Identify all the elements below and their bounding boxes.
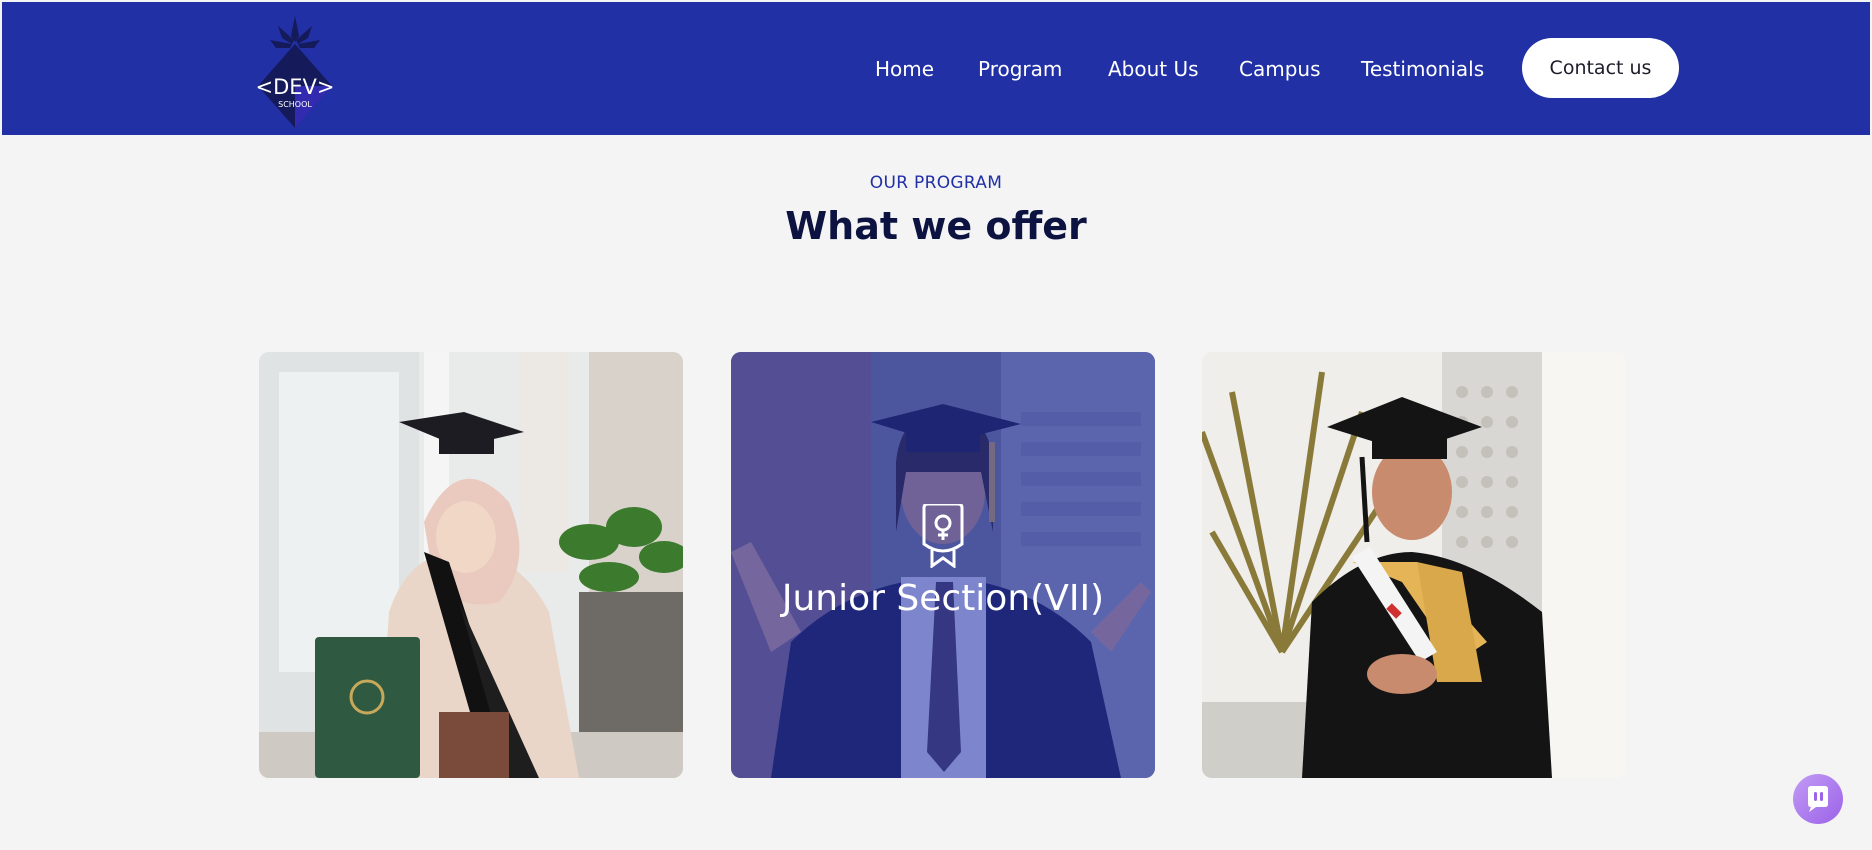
graduate-woman-photo	[259, 352, 683, 778]
program-card-1[interactable]	[259, 352, 683, 778]
dev-school-logo[interactable]: <DEV> SCHOOL	[252, 16, 338, 132]
logo-subtext: SCHOOL	[278, 100, 312, 109]
chat-widget-button[interactable]	[1793, 774, 1843, 824]
logo-text: <DEV>	[256, 75, 335, 99]
chat-bubble-icon	[1808, 786, 1828, 812]
card-title: Junior Section(VII)	[781, 578, 1105, 619]
section-title: What we offer	[785, 204, 1087, 248]
program-card-2[interactable]: Junior Section(VII)	[731, 352, 1155, 778]
nav-about-us[interactable]: About Us	[1108, 54, 1199, 84]
program-card-3[interactable]	[1202, 352, 1626, 778]
nav-testimonials[interactable]: Testimonials	[1361, 54, 1484, 84]
certificate-ribbon-icon	[922, 504, 964, 568]
section-eyebrow: OUR PROGRAM	[869, 173, 1003, 193]
nav-program[interactable]: Program	[978, 54, 1062, 84]
contact-us-button[interactable]: Contact us	[1522, 38, 1679, 98]
site-header: <DEV> SCHOOL Home Program About Us Campu…	[2, 2, 1870, 135]
nav-campus[interactable]: Campus	[1239, 54, 1321, 84]
nav-home[interactable]: Home	[875, 54, 934, 84]
graduate-man-diploma-photo	[1202, 352, 1626, 778]
